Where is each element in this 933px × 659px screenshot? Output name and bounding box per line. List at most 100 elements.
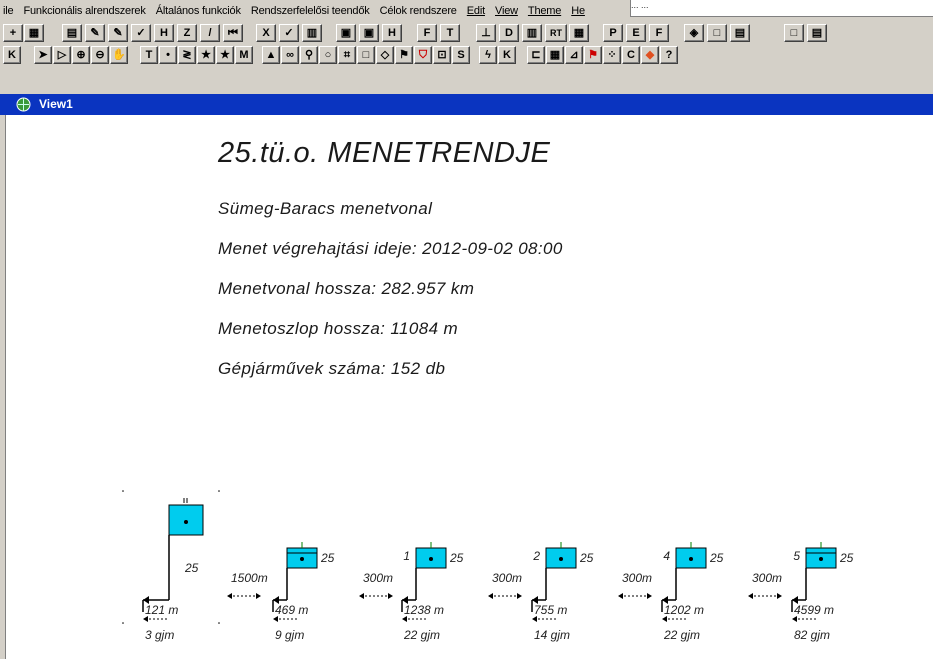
unit-symbol-dot <box>819 557 823 561</box>
check-edit-icon[interactable]: ✓ <box>131 24 151 42</box>
stamp-icon[interactable]: ⊥ <box>476 24 496 42</box>
zoom-out-icon[interactable]: ⊖ <box>91 46 109 64</box>
diamond-icon[interactable]: ◆ <box>641 46 659 64</box>
palette-icon[interactable]: ▣ <box>336 24 356 42</box>
toolbar-drawing: K ➤ ▷ ⊕ ⊖ ✋ T • ≷ ★ ★ M ▲ ∞ ⚲ ○ ⌗ □ ◇ ⚑ … <box>0 44 933 66</box>
k2-button[interactable]: K <box>498 46 516 64</box>
panel-icon[interactable]: ▤ <box>807 24 827 42</box>
unit-vehicles-label: 14 gjm <box>534 628 570 642</box>
unit-vehicles-label: 22 gjm <box>403 628 440 642</box>
building-icon[interactable]: ▥ <box>522 24 542 42</box>
t-button[interactable]: T <box>440 24 460 42</box>
polygon-icon[interactable]: ◇ <box>376 46 394 64</box>
select-icon[interactable]: ▷ <box>53 46 71 64</box>
menu-target-system[interactable]: Célok rendszere <box>380 0 457 22</box>
edit-icon[interactable]: ✎ <box>85 24 105 42</box>
unit-index-label: 1 <box>403 549 410 563</box>
point-icon[interactable]: • <box>159 46 177 64</box>
menu-file[interactable]: ile <box>3 0 14 22</box>
lightning-icon[interactable]: ϟ <box>479 46 497 64</box>
reference-dot <box>122 490 124 492</box>
window-title: View1 <box>39 97 73 111</box>
frame2-icon[interactable]: ⊏ <box>527 46 545 64</box>
pointer-icon[interactable]: ➤ <box>34 46 52 64</box>
gap-distance-label: 300m <box>622 571 652 585</box>
check-button[interactable]: ✓ <box>279 24 299 42</box>
help-button[interactable]: ? <box>660 46 678 64</box>
grid-icon[interactable]: ▦ <box>546 46 564 64</box>
bookmark-icon[interactable]: ◈ <box>684 24 704 42</box>
flag-icon[interactable]: ⚑ <box>584 46 602 64</box>
k-button[interactable]: K <box>3 46 21 64</box>
pan-icon[interactable]: ✋ <box>110 46 128 64</box>
slash-button[interactable]: / <box>200 24 220 42</box>
f-button[interactable]: F <box>417 24 437 42</box>
unit-vehicles-label: 22 gjm <box>663 628 700 642</box>
unit-index-label: 5 <box>793 549 800 563</box>
frame-icon[interactable]: ▣ <box>359 24 379 42</box>
status-field: ... ... <box>630 0 933 17</box>
h-button[interactable]: H <box>154 24 174 42</box>
target-icon[interactable]: ⊡ <box>433 46 451 64</box>
scatter-icon[interactable]: ⁘ <box>603 46 621 64</box>
star2-icon[interactable]: ★ <box>216 46 234 64</box>
text-button[interactable]: T <box>140 46 158 64</box>
menu-help[interactable]: He <box>571 0 585 22</box>
calculator-icon[interactable]: ▦ <box>24 24 44 42</box>
menu-edit[interactable]: Edit <box>467 0 485 22</box>
menu-view[interactable]: View <box>495 0 518 22</box>
chart-icon[interactable]: ⊿ <box>565 46 583 64</box>
rt-button[interactable]: RT <box>545 24 567 42</box>
gap-arrow-right <box>256 593 261 599</box>
menu-theme[interactable]: Theme <box>528 0 561 22</box>
d-button[interactable]: D <box>499 24 519 42</box>
shield-icon[interactable]: ⛉ <box>414 46 432 64</box>
window-icon[interactable]: □ <box>707 24 727 42</box>
circle-icon[interactable]: ○ <box>319 46 337 64</box>
document-canvas: 25.tü.o. MENETRENDJE Sümeg-Baracs menetv… <box>5 115 933 659</box>
menu-general-functions[interactable]: Általános funkciók <box>156 0 241 22</box>
first-icon[interactable]: ⏮ <box>223 24 243 42</box>
zoom-in-icon[interactable]: ⊕ <box>72 46 90 64</box>
unit-vehicles-label: 82 gjm <box>794 628 830 642</box>
cursor-icon[interactable]: ⌗ <box>338 46 356 64</box>
route-icon[interactable]: ⚑ <box>395 46 413 64</box>
m-button[interactable]: M <box>235 46 253 64</box>
s-button[interactable]: S <box>452 46 470 64</box>
gap-arrow-left <box>227 593 232 599</box>
h2-button[interactable]: H <box>382 24 402 42</box>
p-button[interactable]: P <box>603 24 623 42</box>
unit-length-label: 1202 m <box>664 603 704 617</box>
menu-system-duties[interactable]: Rendszerfelelősi teendők <box>251 0 370 22</box>
add-icon[interactable]: + <box>3 24 23 42</box>
unit-number-label: 25 <box>184 561 199 575</box>
restore-icon[interactable]: □ <box>784 24 804 42</box>
binoculars-icon[interactable]: ∞ <box>281 46 299 64</box>
map-icon[interactable]: ▦ <box>569 24 589 42</box>
star-icon[interactable]: ★ <box>197 46 215 64</box>
menu-functional-subsystems[interactable]: Funkcionális alrendszerek <box>23 0 145 22</box>
document-icon[interactable]: ▤ <box>62 24 82 42</box>
window-titlebar[interactable]: View1 <box>0 94 933 115</box>
unit-symbol-dot <box>559 557 563 561</box>
f2-button[interactable]: F <box>649 24 669 42</box>
unit-length-label: 755 m <box>534 603 567 617</box>
unit-length-label: 121 m <box>145 603 178 617</box>
c-button[interactable]: C <box>622 46 640 64</box>
z-button[interactable]: Z <box>177 24 197 42</box>
reference-dot <box>218 490 220 492</box>
unit-number-label: 25 <box>839 551 854 565</box>
page-icon[interactable]: ▥ <box>302 24 322 42</box>
search-icon[interactable]: ⚲ <box>300 46 318 64</box>
edit2-icon[interactable]: ✎ <box>108 24 128 42</box>
gap-arrow-right <box>647 593 652 599</box>
unit-number-label: 25 <box>579 551 594 565</box>
rect-icon[interactable]: □ <box>357 46 375 64</box>
e-button[interactable]: E <box>626 24 646 42</box>
mountain-icon[interactable]: ▲ <box>262 46 280 64</box>
list-icon[interactable]: ▤ <box>730 24 750 42</box>
close-button[interactable]: X <box>256 24 276 42</box>
symbol-icon[interactable]: ≷ <box>178 46 196 64</box>
gap-arrow-left <box>488 593 493 599</box>
unit-symbol-dot <box>300 557 304 561</box>
